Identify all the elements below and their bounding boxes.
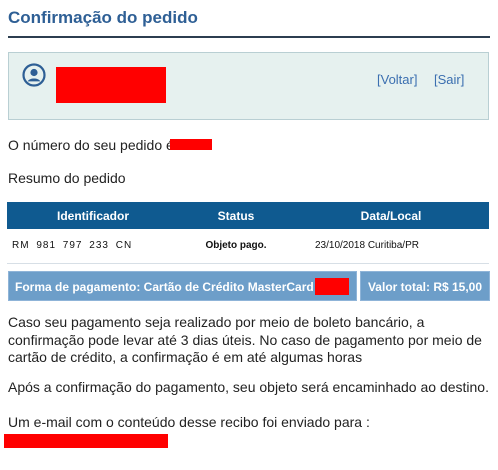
- page-title: Confirmação do pedido: [8, 8, 198, 27]
- tracking-id-cell[interactable]: RM 981 797 233 CN: [7, 229, 179, 264]
- redacted-card-number: [315, 278, 349, 295]
- forwarding-info-text: Após a confirmação do pagamento, seu obj…: [8, 379, 489, 395]
- email-sent-text: Um e-mail com o conteúdo desse recibo fo…: [8, 414, 370, 430]
- back-link[interactable]: [Voltar]: [377, 72, 417, 87]
- redacted-email: [4, 434, 168, 448]
- order-number-label: O número do seu pedido é: [8, 137, 174, 153]
- user-info-box: [Voltar] [Sair]: [8, 52, 489, 120]
- column-header-identificador: Identificador: [7, 202, 179, 229]
- logout-link[interactable]: [Sair]: [434, 72, 464, 87]
- column-header-status: Status: [179, 202, 293, 229]
- payment-method: Forma de pagamento: Cartão de Crédito Ma…: [8, 271, 357, 301]
- title-divider: [8, 36, 490, 38]
- date-local-cell: 23/10/2018 Curitiba/PR: [293, 229, 489, 264]
- redacted-user-name: [56, 67, 166, 103]
- order-summary-label: Resumo do pedido: [8, 170, 126, 186]
- payment-info-text: Caso seu pagamento seja realizado por me…: [8, 314, 482, 365]
- payment-method-label: Forma de pagamento: Cartão de Crédito Ma…: [15, 280, 314, 294]
- order-summary-table: Identificador Status Data/Local RM 981 7…: [7, 202, 489, 264]
- payment-bar: Forma de pagamento: Cartão de Crédito Ma…: [8, 271, 490, 301]
- column-header-data-local: Data/Local: [293, 202, 489, 229]
- table-header-row: Identificador Status Data/Local: [7, 202, 489, 229]
- user-icon: [22, 63, 46, 87]
- payment-total: Valor total: R$ 15,00: [360, 271, 490, 301]
- status-cell: Objeto pago.: [179, 229, 293, 264]
- redacted-order-number: [170, 139, 212, 150]
- table-row: RM 981 797 233 CN Objeto pago. 23/10/201…: [7, 229, 489, 264]
